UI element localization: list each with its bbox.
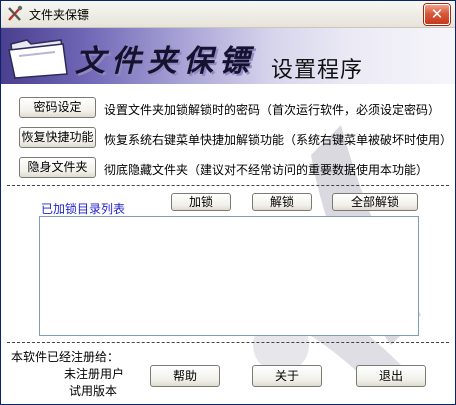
exit-button[interactable]: 退出 — [356, 365, 426, 387]
title-bar[interactable]: 文件夹保镖 ✕ — [1, 1, 455, 28]
window-title: 文件夹保镖 — [29, 8, 90, 22]
app-window: 文件夹保镖 ✕ 文件夹保镖 设置程序 密码设定 设置文件夹加锁解锁时的密码（首次… — [0, 0, 456, 405]
close-icon: ✕ — [430, 5, 444, 23]
hide-folder-description: 彻底隐藏文件夹（建议对不经常访问的重要数据使用本功能） — [104, 163, 429, 177]
divider-top — [7, 185, 449, 186]
lock-button[interactable]: 加锁 — [171, 193, 231, 211]
edition-label: 试用版本 — [69, 384, 118, 398]
divider-bottom — [7, 342, 449, 343]
banner-logo-text: 文件夹保镖 — [75, 44, 255, 79]
unlock-all-button[interactable]: 全部解锁 — [332, 193, 418, 211]
banner-subtitle: 设置程序 — [271, 58, 364, 83]
folder-icon — [8, 39, 68, 79]
banner: 文件夹保镖 设置程序 — [1, 28, 455, 84]
close-button[interactable]: ✕ — [424, 4, 450, 25]
locked-list-label: 已加锁目录列表 — [41, 202, 126, 216]
registration-heading: 本软件已经注册给： — [11, 350, 120, 364]
about-button[interactable]: 关于 — [252, 365, 322, 387]
password-set-description: 设置文件夹加锁解锁时的密码（首次运行软件，必须设定密码） — [104, 103, 441, 117]
unlock-button[interactable]: 解锁 — [252, 193, 312, 211]
locked-folders-list[interactable] — [39, 216, 419, 336]
password-set-button[interactable]: 密码设定 — [19, 97, 96, 118]
tools-icon — [8, 5, 23, 21]
help-button[interactable]: 帮助 — [150, 365, 220, 387]
main-panel: 密码设定 设置文件夹加锁解锁时的密码（首次运行软件，必须设定密码） 恢复快捷功能… — [1, 85, 455, 404]
restore-shortcut-description: 恢复系统右键菜单快捷加解锁功能（系统右键菜单被破坏时使用） — [104, 133, 453, 147]
restore-shortcut-button[interactable]: 恢复快捷功能 — [19, 127, 96, 148]
hide-folder-button[interactable]: 隐身文件夹 — [19, 157, 96, 178]
registered-user: 未注册用户 — [64, 367, 125, 381]
